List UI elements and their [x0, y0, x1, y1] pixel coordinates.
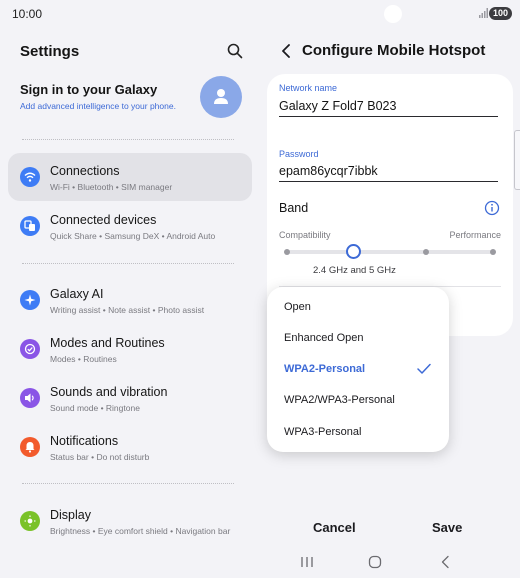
security-option[interactable]: WPA2/WPA3-Personal — [267, 385, 449, 416]
option-label: Enhanced Open — [284, 332, 364, 344]
notification-icon — [20, 437, 40, 457]
password-input[interactable] — [279, 160, 498, 182]
settings-panel: Settings Sign in to your Galaxy Add adva… — [0, 28, 262, 578]
recents-icon[interactable] — [300, 556, 314, 568]
menu-label: Connected devices — [50, 213, 157, 227]
security-dropdown: Open Enhanced Open WPA2-Personal WPA2/WP… — [267, 287, 449, 452]
status-bar: 10:00 100 — [0, 0, 520, 28]
hotspot-title: Configure Mobile Hotspot — [302, 42, 486, 59]
edge-panel-handle[interactable] — [514, 130, 520, 190]
back-arrow-icon[interactable] — [280, 44, 292, 58]
menu-item-sounds[interactable]: Sounds and vibration Sound mode • Ringto… — [8, 374, 252, 422]
status-time: 10:00 — [12, 7, 43, 21]
page-title: Settings — [20, 43, 80, 60]
signal-icon — [479, 8, 488, 18]
option-label: WPA2-Personal — [284, 363, 366, 375]
menu-item-modes-routines[interactable]: Modes and Routines Modes • Routines — [8, 325, 252, 373]
menu-label: Modes and Routines — [50, 336, 165, 350]
performance-label: Performance — [449, 230, 501, 240]
compatibility-label: Compatibility — [279, 230, 331, 240]
home-icon[interactable] — [368, 555, 382, 569]
divider — [22, 139, 234, 140]
option-label: Open — [284, 301, 311, 313]
password-label: Password — [279, 149, 319, 159]
band-label: Band — [279, 201, 309, 215]
nav-back-icon[interactable] — [440, 555, 450, 569]
menu-label: Sounds and vibration — [50, 385, 168, 399]
menu-subtitle: Status bar • Do not disturb — [50, 452, 150, 462]
camera-cutout — [384, 5, 402, 23]
security-option[interactable]: WPA3-Personal — [267, 417, 449, 448]
slider-tick — [284, 249, 290, 255]
option-label: WPA3-Personal — [284, 426, 362, 438]
network-name-input[interactable] — [279, 95, 498, 117]
hotspot-header: Configure Mobile Hotspot — [270, 28, 520, 72]
network-name-label: Network name — [279, 83, 338, 93]
divider — [22, 483, 234, 484]
menu-item-notifications[interactable]: Notifications Status bar • Do not distur… — [8, 423, 252, 471]
cancel-button[interactable]: Cancel — [313, 520, 356, 535]
menu-label: Display — [50, 508, 91, 522]
menu-subtitle: Writing assist • Note assist • Photo ass… — [50, 305, 205, 315]
save-button[interactable]: Save — [432, 520, 462, 535]
security-option[interactable]: Open — [267, 292, 449, 323]
sound-icon — [20, 388, 40, 408]
band-value: 2.4 GHz and 5 GHz — [313, 265, 396, 276]
galaxy-ai-icon — [20, 290, 40, 310]
info-icon[interactable] — [484, 200, 500, 216]
person-icon — [214, 89, 228, 104]
menu-item-display[interactable]: Display Brightness • Eye comfort shield … — [8, 497, 252, 553]
menu-subtitle: Quick Share • Samsung DeX • Android Auto — [50, 231, 216, 241]
modes-icon — [20, 339, 40, 359]
band-slider[interactable] — [284, 244, 496, 259]
security-option[interactable]: Enhanced Open — [267, 323, 449, 354]
avatar[interactable] — [200, 76, 242, 118]
connected-devices-icon — [20, 216, 40, 236]
battery-indicator: 100 — [489, 7, 513, 20]
security-option-selected[interactable]: WPA2-Personal — [267, 354, 449, 385]
menu-item-galaxy-ai[interactable]: Galaxy AI Writing assist • Note assist •… — [8, 276, 252, 324]
menu-subtitle: Modes • Routines — [50, 354, 117, 364]
divider — [22, 263, 234, 264]
menu-label: Galaxy AI — [50, 287, 104, 301]
account-title[interactable]: Sign in to your Galaxy — [20, 82, 157, 97]
menu-item-connected-devices[interactable]: Connected devices Quick Share • Samsung … — [8, 202, 252, 250]
menu-subtitle: Sound mode • Ringtone — [50, 403, 140, 413]
slider-tick — [490, 249, 496, 255]
menu-subtitle: Brightness • Eye comfort shield • Naviga… — [50, 526, 231, 536]
slider-tick — [423, 249, 429, 255]
menu-label: Notifications — [50, 434, 119, 448]
display-icon — [20, 511, 40, 531]
band-slider-thumb[interactable] — [346, 244, 362, 259]
search-icon[interactable] — [226, 42, 244, 60]
check-icon — [417, 363, 431, 374]
option-label: WPA2/WPA3-Personal — [284, 394, 395, 406]
menu-label: Connections — [50, 164, 120, 178]
account-subtitle[interactable]: Add advanced intelligence to your phone. — [20, 101, 176, 111]
menu-subtitle: Wi-Fi • Bluetooth • SIM manager — [50, 182, 173, 192]
wifi-icon — [20, 167, 40, 187]
menu-item-connections[interactable]: Connections Wi-Fi • Bluetooth • SIM mana… — [8, 153, 252, 201]
